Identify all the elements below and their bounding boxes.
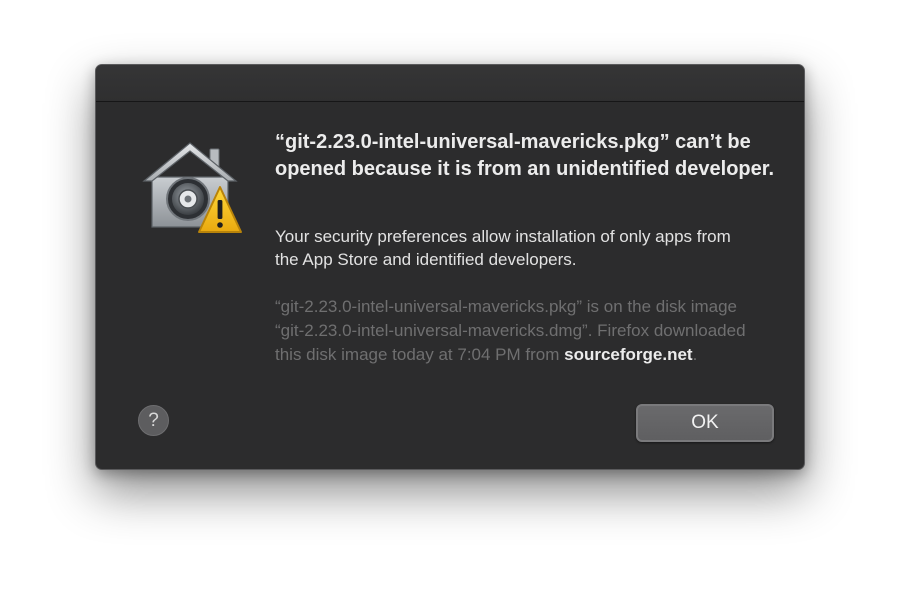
detail-suffix: . bbox=[692, 345, 698, 364]
security-alert-dialog: “git-2.23.0-intel-universal-mavericks.pk… bbox=[95, 64, 805, 470]
dialog-titlebar bbox=[96, 65, 804, 102]
ok-button[interactable]: OK bbox=[636, 404, 774, 442]
download-source: sourceforge.net bbox=[564, 345, 693, 364]
alert-headline: “git-2.23.0-intel-universal-mavericks.pk… bbox=[275, 131, 774, 180]
help-button[interactable]: ? bbox=[138, 405, 169, 436]
gatekeeper-warning-icon bbox=[142, 142, 242, 233]
alert-detail-text: “git-2.23.0-intel-universal-mavericks.pk… bbox=[275, 295, 755, 367]
alert-info-text: Your security preferences allow installa… bbox=[275, 227, 731, 269]
